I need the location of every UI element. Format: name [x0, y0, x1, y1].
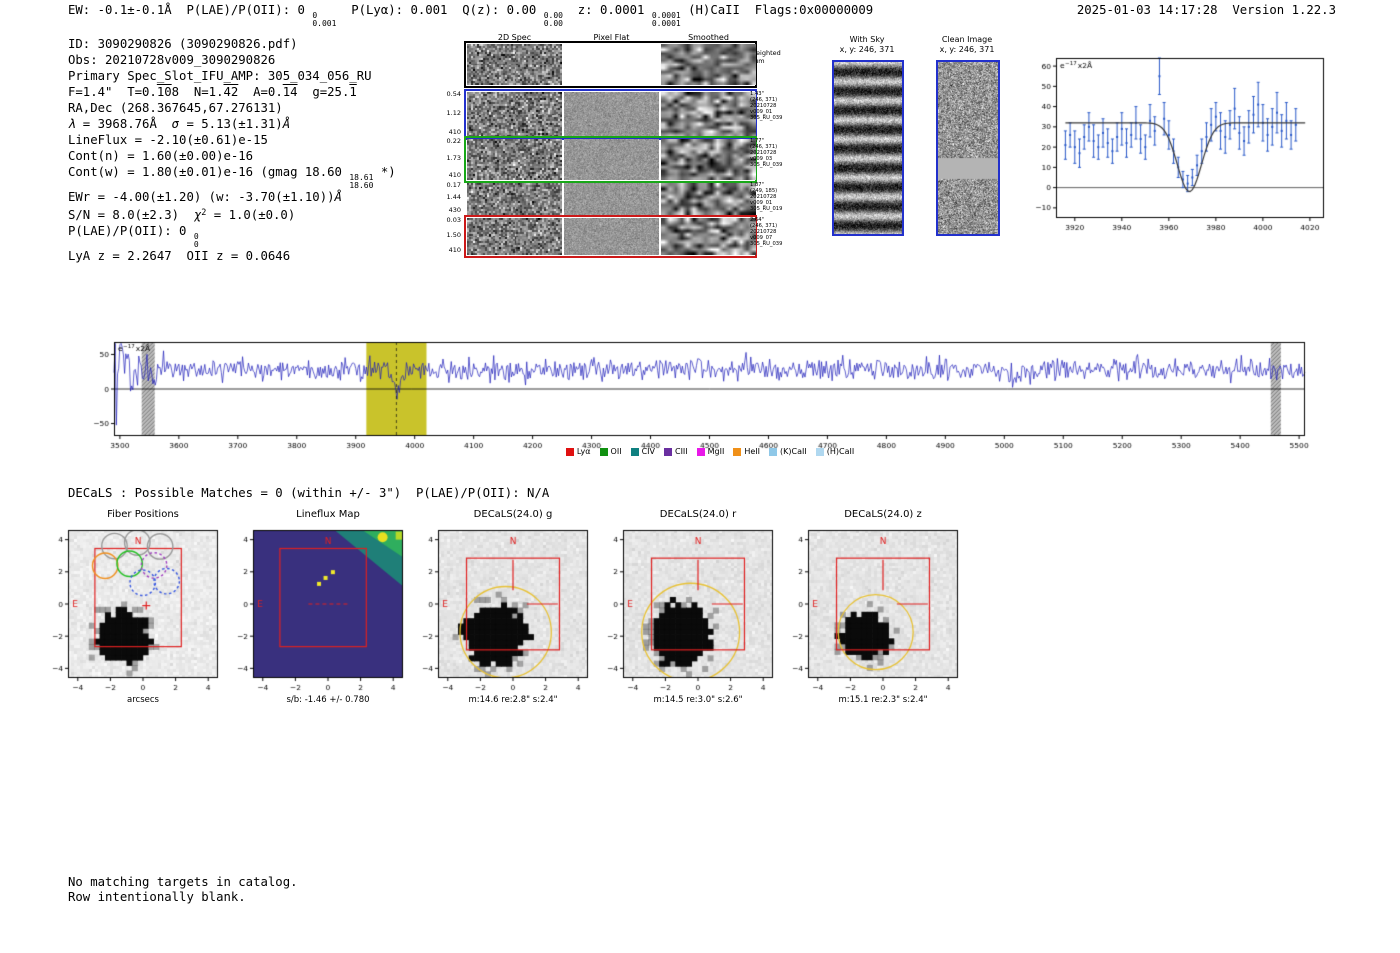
legend-item: CIV	[630, 447, 655, 456]
legend-swatch	[565, 447, 574, 456]
info-line: Primary Spec_Slot_IFU_AMP: 305_034_056_R…	[68, 69, 372, 83]
spec2d-left-label: 410	[448, 171, 461, 179]
detection-info-block: ID: 3090290826 (3090290826.pdf) Obs: 2021…	[68, 36, 396, 264]
clean-image-label: Clean Image	[941, 35, 993, 44]
info-line: Cont(n) = 1.60(±0.00)e-16	[68, 149, 254, 163]
legend-swatch	[599, 447, 608, 456]
cutout-sub-decals-r: m:14.5 re:3.0" s:2.6"	[653, 695, 743, 705]
cutout-lineflux-map	[227, 527, 409, 693]
full-spectrum-plot	[78, 338, 1313, 452]
with-sky-coords: x, y: 246, 371	[839, 45, 895, 54]
spec2d-image	[467, 183, 562, 215]
footer-line-1: No matching targets in catalog.	[68, 875, 298, 889]
header-summary-line: EW: -0.1±-0.1Å P(LAE)/P(OII): 0 0 0.001 P…	[68, 3, 874, 28]
info-line: EWr = -4.00(±1.20) (w: -3.70(±1.10))Å	[68, 190, 342, 204]
legend-item: MgII	[696, 447, 724, 456]
cutout-sub-decals-g: m:14.6 re:2.8" s:2.4"	[468, 695, 558, 705]
info-line: ID: 3090290826 (3090290826.pdf)	[68, 37, 298, 51]
spectrum-legend: Lyα OII CIV CIII MgII HeII (K)CaII (H)CaII	[114, 447, 1306, 456]
cutout-sub-lineflux: s/b: -1.46 +/- 0.780	[286, 695, 370, 705]
spec2d-image	[661, 44, 756, 85]
spec2d-image	[661, 92, 756, 137]
clean-image-coords: x, y: 246, 371	[939, 45, 995, 54]
spec2d-image	[467, 92, 562, 137]
spec2d-left-label: 410	[448, 128, 461, 136]
legend-swatch	[630, 447, 639, 456]
cutout-decals-r	[597, 527, 779, 693]
with-sky-label: With Sky	[849, 35, 885, 44]
info-line: RA,Dec (268.367645,67.276131)	[68, 101, 283, 115]
cutout-sub-decals-z: m:15.1 re:2.3" s:2.4"	[838, 695, 928, 705]
legend-item: (K)CaII	[769, 447, 807, 456]
zoom-spectrum-plot	[1030, 52, 1330, 234]
spec2d-right-label: 1.87" (249, 185) 20210728 v009_01 305_RU_019	[750, 182, 783, 212]
spec2d-image	[661, 183, 756, 215]
cutout-decals-g	[412, 527, 594, 693]
legend-swatch	[696, 447, 705, 456]
legend-item: OII	[599, 447, 622, 456]
with-sky-image	[832, 60, 904, 236]
legend-swatch	[815, 447, 824, 456]
legend-item: Lyα	[565, 447, 591, 456]
cutout-sub-fiber: arcsecs	[127, 695, 159, 705]
spec2d-left-label: 0.54	[446, 90, 461, 98]
spec2d-image	[564, 92, 659, 137]
spec2d-left-label: 1.44	[446, 193, 461, 201]
legend-item: HeII	[733, 447, 760, 456]
spec2d-left-label: 0.22	[446, 137, 461, 145]
spec2d-left-label: 1.12	[446, 108, 461, 117]
timestamp-version: 2025-01-03 14:17:28 Version 1.22.3	[1076, 3, 1336, 17]
cutout-fiber-positions	[42, 527, 224, 693]
elixer-report-page: EW: -0.1±-0.1Å P(LAE)/P(OII): 0 0 0.001 P…	[0, 0, 1400, 953]
spec2d-image	[661, 218, 756, 255]
spec2d-right-label: 1.77" (246, 371) 20210728 v009_03 305_RU_039	[750, 138, 783, 168]
cutout-title-decals-r: DECaLS(24.0) r	[659, 509, 737, 520]
info-line: LyA z = 2.2647 OII z = 0.0646	[68, 249, 291, 263]
info-line: F=1.4" T=0.108 N=1.42 A=0.14 g=25.1	[68, 85, 357, 99]
legend-swatch	[663, 447, 672, 456]
spec2d-image	[564, 139, 659, 180]
cutout-title-decals-z: DECaLS(24.0) z	[844, 509, 922, 520]
spec2d-left-label: 1.73	[446, 153, 461, 162]
with-sky-title: With Sky x, y: 246, 371	[830, 35, 904, 55]
cutout-decals-z	[782, 527, 964, 693]
info-line: LineFlux = -2.10(±0.61)e-15	[68, 133, 268, 147]
spec2d-image	[564, 218, 659, 255]
cutout-title-lineflux: Lineflux Map	[296, 509, 360, 520]
legend-item: (H)CaII	[815, 447, 854, 456]
spec2d-image	[467, 139, 562, 180]
info-line: P(LAE)/P(OII): 0 00	[68, 224, 199, 249]
cutout-title-decals-g: DECaLS(24.0) g	[473, 509, 553, 520]
spec2d-right-label: 2.64" (246, 371) 20210728 v009_07 305_RU_039	[750, 217, 783, 247]
spec2d-left-label: 410	[448, 246, 461, 254]
spec2d-image	[467, 218, 562, 255]
spec2d-image	[564, 44, 659, 85]
legend-item: CIII	[663, 447, 688, 456]
legend-swatch	[733, 447, 742, 456]
clean-image-title: Clean Image x, y: 246, 371	[930, 35, 1004, 55]
spec2d-right-label: 1.43" (246, 371) 20210728 v009_01 305_RU_039	[750, 91, 783, 121]
footer-line-2: Row intentionally blank.	[68, 890, 246, 904]
info-line: λ = 3968.76Å σ = 5.13(±1.31)Å	[68, 117, 291, 131]
spec2d-image	[467, 44, 562, 85]
clean-image	[936, 60, 1000, 236]
info-line: Cont(w) = 1.80(±0.01)e-16 (gmag 18.60 18…	[68, 165, 396, 190]
spec2d-left-label: 0.03	[446, 216, 461, 224]
info-line: Obs: 20210728v009_3090290826	[68, 53, 276, 67]
spec2d-image	[564, 183, 659, 215]
legend-swatch	[769, 447, 778, 456]
spec2d-left-label: 430	[448, 206, 461, 214]
cutout-title-fiber: Fiber Positions	[107, 509, 179, 520]
decals-matches-line: DECaLS : Possible Matches = 0 (within +/…	[68, 486, 550, 500]
spec2d-left-label: 0.17	[446, 181, 461, 189]
spec2d-left-label: 1.50	[446, 230, 461, 239]
info-line: S/N = 8.0(±2.3) χ2 = 1.0(±0.0)	[68, 208, 296, 222]
spec2d-image	[661, 139, 756, 180]
